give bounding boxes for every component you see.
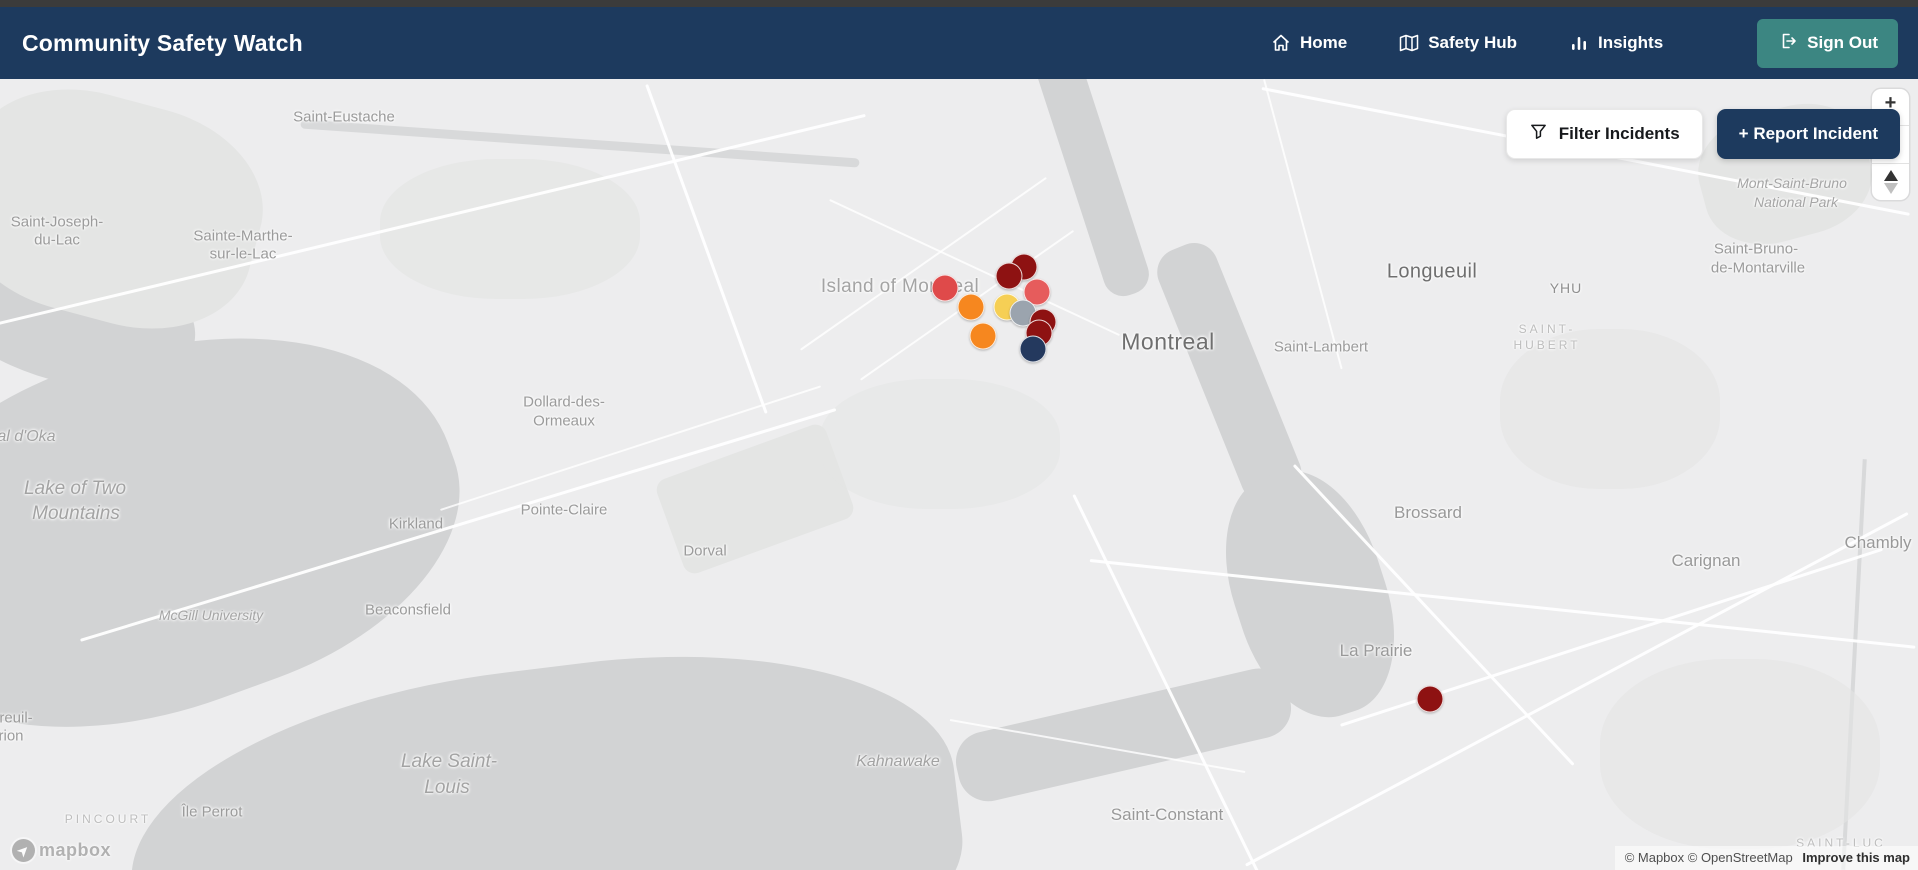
main-nav: Home Safety Hub Insights Sign Out [1271,18,1898,68]
riviere-des-prairies-water [300,119,860,168]
nav-safety-hub-label: Safety Hub [1428,33,1517,52]
nav-safety-hub[interactable]: Safety Hub [1399,33,1517,53]
map-label: Beaconsfield [365,601,451,619]
app-title: Community Safety Watch [22,29,303,56]
attribution-credits[interactable]: © Mapbox © OpenStreetMap [1625,850,1793,865]
map-label: Lake of Two [23,478,127,499]
app-header: Community Safety Watch Home Safety Hub I… [0,7,1918,79]
map-label: HUBERT [1513,338,1581,352]
map-label: Saint-Eustache [293,108,395,126]
incident-marker[interactable] [995,262,1023,290]
report-incident-button[interactable]: + Report Incident [1716,109,1900,159]
nav-insights-label: Insights [1598,33,1664,52]
map-label: Brossard [1393,503,1463,522]
terrain-patch [1500,329,1720,489]
nav-home[interactable]: Home [1271,33,1347,53]
map-label: reuil- [0,709,33,727]
highway-road [645,84,768,414]
map-label: Kirkland [388,515,444,533]
map-label: Mountains [32,503,120,524]
improve-map-link[interactable]: Improve this map [1802,850,1910,865]
filter-incidents-button[interactable]: Filter Incidents [1505,109,1703,159]
river-north-water [1030,79,1155,302]
map-label: Île Perrot [181,803,243,821]
browser-chrome-strip [0,0,1918,7]
mapbox-wordmark: mapbox [39,840,112,860]
nav-insights[interactable]: Insights [1569,33,1663,53]
funnel-icon [1529,122,1548,146]
terrain-patch [1600,659,1880,849]
mapbox-logo[interactable]: ➤ mapbox [12,839,111,862]
map-label: Pointe-Claire [520,501,608,519]
sign-out-icon [1777,31,1797,56]
map-label: Louis [424,777,470,798]
incident-map[interactable]: Saint-Eustache Saint-Joseph-du-Lac Sainte-… [0,79,1918,870]
incident-marker[interactable] [969,322,997,350]
map-label: du-Lac [34,231,80,249]
map-label: Lake Saint- [400,751,498,772]
map-label: Montreal [1121,328,1215,355]
incident-marker[interactable] [931,274,959,302]
map-label: Ormeaux [533,412,595,430]
map-label: Saint-Lambert [1273,338,1369,356]
map-icon [1399,33,1419,53]
map-label: La Prairie [1339,641,1413,660]
compass-icon [1883,169,1898,194]
bar-chart-icon [1569,33,1589,53]
terrain-patch [820,379,1060,509]
incident-marker[interactable] [1019,335,1047,363]
map-label: Saint-Bruno- [1713,240,1799,258]
map-label: PINCOURT [64,812,152,826]
map-actions: Filter Incidents + Report Incident [1505,109,1900,159]
sign-out-label: Sign Out [1807,33,1878,52]
map-label: Mont-Saint-Bruno [1737,175,1847,191]
map-attribution: © Mapbox © OpenStreetMap Improve this ma… [1614,846,1918,870]
map-label: Kahnawake [856,753,940,770]
map-label: Carignan [1671,551,1741,570]
map-label: Chambly [1844,533,1912,552]
map-label: rion [0,727,24,745]
nav-home-label: Home [1299,33,1348,52]
mapbox-pin-icon: ➤ [12,839,35,862]
map-label: National Park [1753,194,1839,210]
lachine-rapids-water [950,662,1298,808]
st-lawrence-water [1150,235,1309,510]
map-label: Sainte-Marthe- [193,227,293,245]
filter-incidents-label: Filter Incidents [1558,124,1680,143]
map-label: nal d'Oka [0,428,56,445]
map-label: de-Montarville [1710,259,1806,277]
map-label: Saint-Constant [1110,805,1224,824]
sign-out-button[interactable]: Sign Out [1757,18,1898,68]
map-label: sur-le-Lac [209,245,277,263]
street-road [1263,79,1343,370]
incident-marker[interactable] [957,293,985,321]
map-label: YHU [1549,280,1583,296]
map-label: McGill University [158,607,264,623]
incident-marker[interactable] [1416,685,1444,713]
map-label: Dollard-des- [523,393,605,411]
home-icon [1271,33,1291,53]
map-label: Longueuil [1386,260,1478,283]
compass-button[interactable] [1872,162,1909,200]
map-label: SAINT- [1518,322,1576,336]
report-incident-label: + Report Incident [1738,124,1878,143]
map-label: Dorval [683,542,727,560]
map-label: Saint-Joseph- [10,213,104,231]
